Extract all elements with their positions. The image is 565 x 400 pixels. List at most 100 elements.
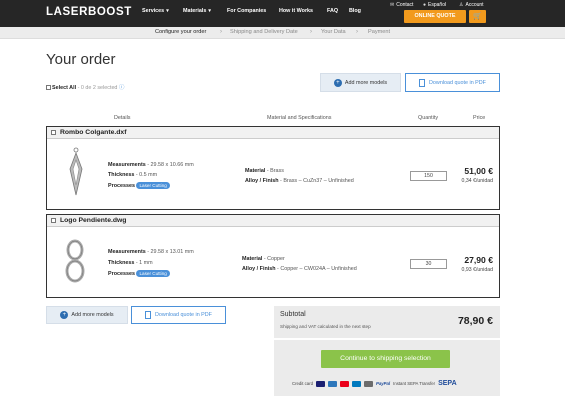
cart-button[interactable]: 🛒 — [469, 10, 486, 23]
part-preview-knot — [65, 239, 85, 283]
chevron-right-icon: › — [220, 28, 222, 35]
order-item: Logo Pendiente.dwg Measurements - 29.58 … — [46, 214, 500, 298]
language-link[interactable]: ● Español — [423, 2, 446, 8]
payment-methods: Credit card PayPal Instant SEPA Transfer… — [292, 380, 457, 387]
step-configure[interactable]: Configure your order — [155, 29, 206, 35]
visa-icon — [316, 380, 326, 387]
user-icon: ♙ — [459, 2, 464, 8]
credit-card-label: Credit card — [292, 381, 314, 386]
thickness-value: - 1 mm — [135, 260, 153, 266]
add-models-button-top[interactable]: + Add more models — [320, 73, 401, 92]
processes-label: Processes — [108, 183, 135, 189]
page-title: Your order — [46, 51, 116, 68]
item-price: 51,00 € — [464, 166, 493, 176]
item-filename: Logo Pendiente.dwg — [60, 217, 127, 224]
chevron-right-icon: › — [356, 28, 358, 35]
mail-icon: ✉ — [390, 2, 395, 8]
account-label: Account — [465, 2, 484, 8]
nav-faq[interactable]: FAQ — [327, 8, 338, 14]
nav-services[interactable]: Services ▾ — [142, 8, 169, 14]
process-badge: Laser Cutting — [136, 270, 170, 277]
document-icon — [145, 311, 152, 319]
step-shipping[interactable]: Shipping and Delivery Date — [230, 29, 298, 35]
chevron-down-icon: ▾ — [166, 8, 169, 14]
measurements-value: - 29.58 x 13.01 mm — [147, 249, 194, 255]
add-models-button-bottom[interactable]: + Add more models — [46, 306, 128, 324]
column-details: Details — [114, 115, 131, 121]
measurements-value: - 29.58 x 10.66 mm — [147, 162, 194, 168]
item-filename: Rombo Colgante.dxf — [60, 129, 127, 136]
thickness-label: Thickness — [108, 172, 135, 178]
measurements: Measurements - 29.58 x 10.66 mm — [108, 162, 194, 168]
item-checkbox[interactable] — [51, 218, 56, 223]
item-price: 27,90 € — [464, 255, 493, 265]
measurements-label: Measurements — [108, 249, 146, 255]
quantity-input[interactable]: 30 — [410, 259, 447, 269]
material-value: - Copper — [263, 256, 285, 262]
material-value: - Brass — [266, 168, 284, 174]
download-pdf-button-bottom[interactable]: Download quote in PDF — [131, 306, 226, 324]
jcb-icon — [364, 380, 374, 387]
chevron-right-icon: › — [310, 28, 312, 35]
material-label: Material — [245, 168, 266, 174]
column-quantity: Quantity — [418, 115, 439, 121]
material: Material - Copper — [242, 256, 285, 262]
selection-count: - 0 de 2 selected — [77, 85, 118, 91]
alloy-finish: Alloy / Finish - Copper – CW024A – Unfin… — [242, 266, 357, 272]
column-price: Price — [473, 115, 486, 121]
thickness-value: - 0.5 mm — [135, 172, 158, 178]
nav-services-label: Services — [142, 8, 165, 14]
select-all-checkbox[interactable] — [46, 85, 51, 91]
contact-label: Contact — [396, 2, 414, 8]
plus-icon: + — [333, 78, 342, 87]
nav-blog[interactable]: Blog — [349, 8, 361, 14]
mastercard-icon — [340, 380, 350, 387]
nav-materials-label: Materials — [183, 8, 207, 14]
continue-shipping-button[interactable]: Continue to shipping selection — [321, 350, 450, 368]
online-quote-button[interactable]: ONLINE QUOTE — [404, 10, 466, 23]
step-payment[interactable]: Payment — [368, 29, 390, 35]
nav-for-companies[interactable]: For Companies — [227, 8, 266, 14]
item-checkbox[interactable] — [51, 130, 56, 135]
document-icon — [419, 78, 426, 87]
language-label: Español — [428, 2, 447, 8]
material: Material - Brass — [245, 168, 284, 174]
alloy-label: Alloy / Finish — [245, 178, 279, 184]
alloy-value: - Brass – CuZn37 – Unfinished — [280, 178, 354, 184]
processes-label: Processes — [108, 271, 135, 277]
step-your-data[interactable]: Your Data — [321, 29, 346, 35]
subtotal-label: Subtotal — [280, 311, 306, 318]
measurements: Measurements - 29.58 x 13.01 mm — [108, 249, 194, 255]
thickness-label: Thickness — [108, 260, 135, 266]
subtotal-box: Subtotal Shipping and VAT calculated in … — [274, 306, 500, 338]
select-all[interactable]: Select All - 0 de 2 selected ⓘ — [46, 83, 124, 91]
subtotal-amount: 78,90 € — [457, 315, 493, 327]
alloy-finish: Alloy / Finish - Brass – CuZn37 – Unfini… — [245, 178, 354, 184]
account-link[interactable]: ♙ Account — [459, 2, 484, 8]
contact-link[interactable]: ✉ Contact — [390, 2, 413, 8]
checkout-box: Continue to shipping selection Credit ca… — [274, 340, 500, 396]
measurements-label: Measurements — [108, 162, 146, 168]
download-pdf-button-top[interactable]: Download quote in PDF — [405, 73, 500, 92]
top-navbar: LASERBOOST Services ▾ Materials ▾ For Comp… — [0, 0, 565, 27]
item-header: Rombo Colgante.dxf — [47, 127, 499, 139]
subtotal-note: Shipping and VAT calculated in the next … — [280, 324, 371, 329]
alloy-value: - Copper – CW024A – Unfinished — [277, 266, 357, 272]
maestro-icon — [352, 380, 362, 387]
plus-icon: + — [60, 311, 69, 319]
process-badge: Laser Cutting — [136, 182, 170, 189]
amex-icon — [328, 380, 338, 387]
site-logo[interactable]: LASERBOOST — [46, 6, 132, 18]
nav-materials[interactable]: Materials ▾ — [183, 8, 211, 14]
nav-how-it-works[interactable]: How it Works — [279, 8, 313, 14]
sepa-logo: SEPA — [438, 380, 457, 387]
checkout-steps: Configure your order › Shipping and Deli… — [0, 27, 565, 39]
download-pdf-label: Download quote in PDF — [429, 79, 486, 86]
alloy-label: Alloy / Finish — [242, 266, 276, 272]
item-unit-price: 0,34 €/unidad — [461, 178, 493, 184]
item-header: Logo Pendiente.dwg — [47, 215, 499, 227]
column-material: Material and Specifications — [267, 115, 332, 121]
cart-icon: 🛒 — [473, 13, 482, 20]
quantity-input[interactable]: 150 — [410, 171, 447, 181]
add-models-label: Add more models — [71, 312, 114, 318]
